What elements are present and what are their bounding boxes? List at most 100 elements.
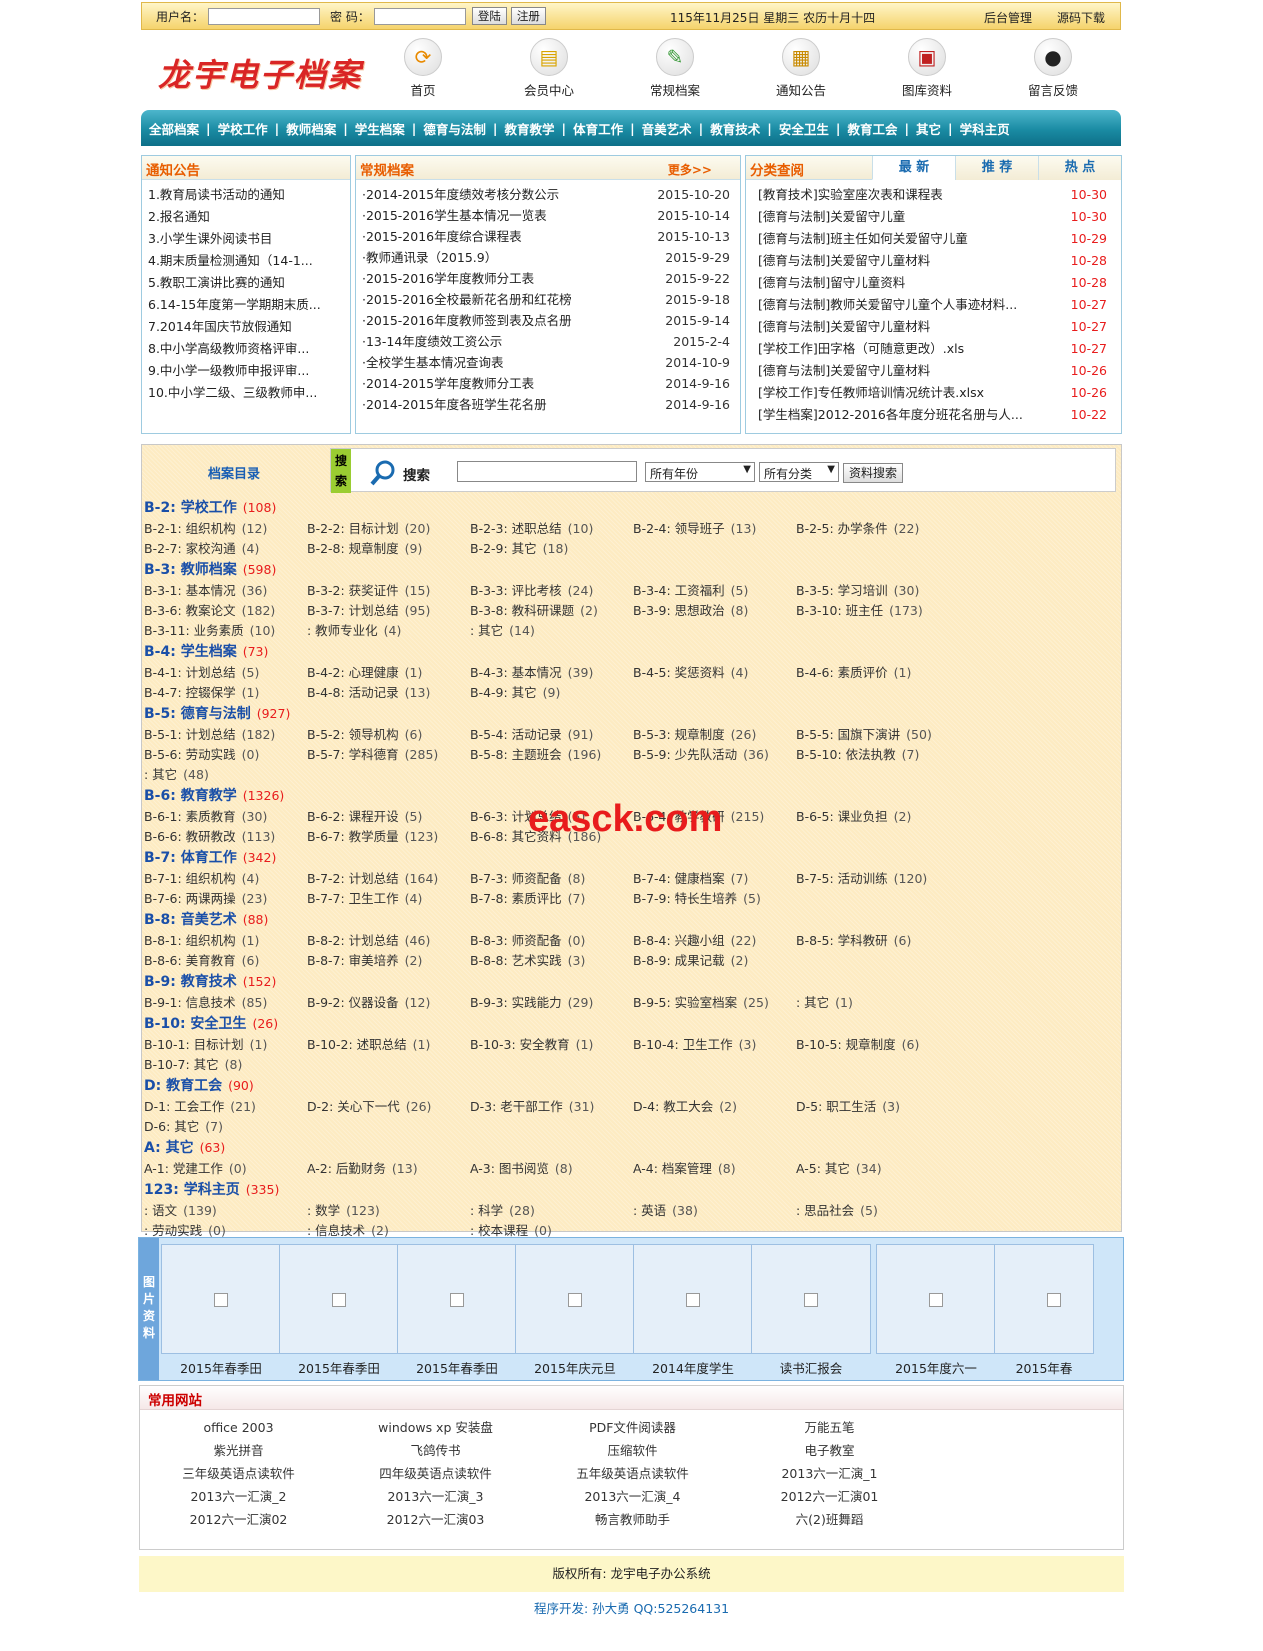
register-button[interactable]: 注册 [510,7,546,25]
subcategory-item[interactable]: B-8-1: 组织机构 (1) [144,931,307,951]
category-title[interactable]: B-2: 学校工作 (108) [144,497,1119,519]
notice-item[interactable]: 7.2014年国庆节放假通知 [142,316,350,338]
subcategory-item[interactable]: D-4: 教工大会 (2) [633,1097,796,1117]
subcategory-item[interactable]: B-6-7: 教学质量 (123) [307,827,470,847]
subcategory-item[interactable]: B-6-5: 课业负担 (2) [796,807,959,827]
category-title[interactable]: B-9: 教育技术 (152) [144,971,1119,993]
subcategory-item[interactable]: B-5-1: 计划总结 (182) [144,725,307,745]
newest-item[interactable]: [学校工作]田字格（可随意更改）.xls 10-27 [746,338,1121,360]
nav-item[interactable]: 学校工作 [218,119,268,138]
archive-item[interactable]: ·2015-2016学年度教师分工表 2015-9-22 [356,268,740,289]
picture-item[interactable]: 2014年度学生 [633,1244,753,1376]
nav-item[interactable]: 教育技术 [710,119,760,138]
picture-thumbnail[interactable] [515,1244,635,1354]
tab-newest[interactable]: 最 新 [872,156,955,180]
subcategory-item[interactable]: B-7-3: 师资配备 (8) [470,869,633,889]
category-title[interactable]: 123: 学科主页 (335) [144,1179,1119,1201]
category-select[interactable]: 所有分类 ▼ [759,462,839,482]
subcategory-item[interactable]: A-1: 党建工作 (0) [144,1159,307,1179]
picture-item[interactable]: 2015年春季田 [279,1244,399,1376]
notice-item[interactable]: 8.中小学高级教师资格评审... [142,338,350,360]
site-link[interactable]: 电子教室 [731,1439,928,1462]
subcategory-item[interactable]: B-8-6: 美育教育 (6) [144,951,307,971]
nav-item[interactable]: 学生档案 [355,119,405,138]
subcategory-item[interactable]: B-5-8: 主题班会 (196) [470,745,633,765]
newest-item[interactable]: [德育与法制]留守儿童资料 10-28 [746,272,1121,294]
subcategory-item[interactable]: A-2: 后勤财务 (13) [307,1159,470,1179]
subcategory-item[interactable]: B-10-3: 安全教育 (1) [470,1035,633,1055]
subcategory-item[interactable]: B-3-8: 教科研课题 (2) [470,601,633,621]
subcategory-item[interactable]: B-7-9: 特长生培养 (5) [633,889,796,909]
subcategory-item[interactable]: B-2-3: 述职总结 (10) [470,519,633,539]
username-input[interactable] [208,7,321,25]
search-input[interactable] [457,461,637,482]
picture-thumbnail[interactable] [161,1244,281,1354]
subcategory-item[interactable]: : 语文 (139) [144,1201,307,1221]
nav-item[interactable]: 体育工作 [573,119,623,138]
subcategory-item[interactable]: D-1: 工会工作 (21) [144,1097,307,1117]
site-link[interactable]: 2013六一汇演_3 [337,1485,534,1508]
subcategory-item[interactable]: B-2-2: 目标计划 (20) [307,519,470,539]
subcategory-item[interactable]: B-3-1: 基本情况 (36) [144,581,307,601]
nav-home[interactable]: ⟳ 首页 [360,38,486,99]
login-button[interactable]: 登陆 [471,7,507,25]
subcategory-item[interactable]: B-6-2: 课程开设 (5) [307,807,470,827]
subcategory-item[interactable]: B-2-1: 组织机构 (12) [144,519,307,539]
subcategory-item[interactable]: D-6: 其它 (7) [144,1117,307,1137]
subcategory-item[interactable]: B-4-2: 心理健康 (1) [307,663,470,683]
archive-item[interactable]: ·2015-2016学生基本情况一览表 2015-10-14 [356,205,740,226]
subcategory-item[interactable]: B-5-6: 劳动实践 (0) [144,745,307,765]
category-title[interactable]: B-5: 德育与法制 (927) [144,703,1119,725]
notice-item[interactable]: 3.小学生课外阅读书目 [142,228,350,250]
picture-item[interactable]: 2015年春 [994,1244,1094,1376]
subcategory-item[interactable]: B-7-1: 组织机构 (4) [144,869,307,889]
subcategory-item[interactable]: : 英语 (38) [633,1201,796,1221]
subcategory-item[interactable]: : 数学 (123) [307,1201,470,1221]
subcategory-item[interactable]: : 其它 (14) [470,621,633,641]
picture-item[interactable]: 2015年庆元旦 [515,1244,635,1376]
subcategory-item[interactable]: B-2-9: 其它 (18) [470,539,633,559]
archive-item[interactable]: ·2014-2015年度绩效考核分数公示 2015-10-20 [356,184,740,205]
tab-hot[interactable]: 热 点 [1038,156,1121,180]
subcategory-item[interactable]: B-9-3: 实践能力 (29) [470,993,633,1013]
site-link[interactable]: windows xp 安装盘 [337,1416,534,1439]
subcategory-item[interactable]: B-8-2: 计划总结 (46) [307,931,470,951]
archive-item[interactable]: ·2015-2016年度教师签到表及点名册 2015-9-14 [356,310,740,331]
subcategory-item[interactable]: B-5-5: 国旗下演讲 (50) [796,725,959,745]
nav-gallery[interactable]: ▣ 图库资料 [864,38,990,99]
subcategory-item[interactable]: B-7-7: 卫生工作 (4) [307,889,470,909]
subcategory-item[interactable]: D-5: 职工生活 (3) [796,1097,959,1117]
notice-item[interactable]: 9.中小学一级教师申报评审... [142,360,350,382]
subcategory-item[interactable]: B-3-2: 获奖证件 (15) [307,581,470,601]
site-link[interactable]: 2013六一汇演_1 [731,1462,928,1485]
newest-item[interactable]: [德育与法制]教师关爱留守儿童个人事迹材料... 10-27 [746,294,1121,316]
nav-item[interactable]: 其它 [916,119,941,138]
subcategory-item[interactable]: : 教师专业化 (4) [307,621,470,641]
subcategory-item[interactable]: B-10-4: 卫生工作 (3) [633,1035,796,1055]
subcategory-item[interactable]: B-8-7: 审美培养 (2) [307,951,470,971]
subcategory-item[interactable]: B-9-2: 仪器设备 (12) [307,993,470,1013]
subcategory-item[interactable]: B-8-4: 兴趣小组 (22) [633,931,796,951]
newest-item[interactable]: [学生档案]2012-2016各年度分班花名册与人... 10-22 [746,404,1121,426]
site-logo[interactable]: 龙宇电子档案 [158,50,362,96]
nav-feedback[interactable]: ● 留言反馈 [990,38,1116,99]
site-link[interactable]: 2012六一汇演01 [731,1485,928,1508]
site-link[interactable]: 飞鸽传书 [337,1439,534,1462]
category-title[interactable]: D: 教育工会 (90) [144,1075,1119,1097]
subcategory-item[interactable]: B-3-4: 工资福利 (5) [633,581,796,601]
site-link[interactable]: office 2003 [140,1416,337,1439]
category-title[interactable]: A: 其它 (63) [144,1137,1119,1159]
subcategory-item[interactable]: D-2: 关心下一代 (26) [307,1097,470,1117]
newest-item[interactable]: [德育与法制]关爱留守儿童材料 10-26 [746,360,1121,382]
subcategory-item[interactable]: B-6-1: 素质教育 (30) [144,807,307,827]
picture-item[interactable]: 读书汇报会 [751,1244,871,1376]
nav-item[interactable]: 教育教学 [504,119,554,138]
subcategory-item[interactable]: B-10-5: 规章制度 (6) [796,1035,959,1055]
subcategory-item[interactable]: B-4-8: 活动记录 (13) [307,683,470,703]
admin-link[interactable]: 后台管理 [984,9,1032,26]
category-title[interactable]: B-3: 教师档案 (598) [144,559,1119,581]
subcategory-item[interactable]: B-2-4: 领导班子 (13) [633,519,796,539]
archive-item[interactable]: ·2015-2016年度综合课程表 2015-10-13 [356,226,740,247]
subcategory-item[interactable]: B-10-7: 其它 (8) [144,1055,307,1075]
nav-item[interactable]: 全部档案 [149,119,199,138]
